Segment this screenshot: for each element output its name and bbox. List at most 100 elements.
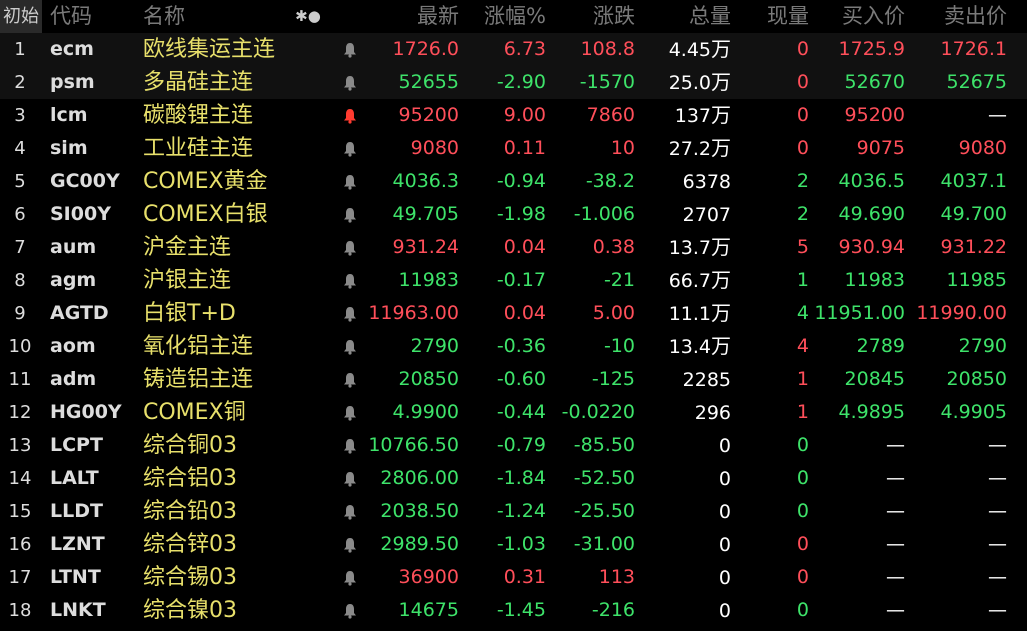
alert-bell-icon[interactable]	[340, 132, 360, 165]
row-vol: 13.7万	[635, 231, 731, 264]
row-code: GC00Y	[50, 170, 120, 192]
table-row[interactable]: 16 LZNT 综合锌03 2989.50 -1.03 -31.00 0 0 — —	[0, 528, 1027, 561]
row-vol-unit: 万	[711, 103, 731, 127]
header-last[interactable]: 最新	[360, 0, 459, 33]
row-last: 1726.0	[392, 38, 459, 60]
alert-bell-icon[interactable]	[340, 429, 360, 462]
table-row[interactable]: 8 agm 沪银主连 11983 -0.17 -21 66.7万 1 11983 11985	[0, 264, 1027, 297]
row-vol: 6378	[635, 165, 731, 198]
alert-bell-icon[interactable]	[340, 594, 360, 627]
row-vol-value: 27.2	[668, 138, 711, 160]
row-vol: 0	[635, 561, 731, 594]
row-vol-value: 2707	[682, 204, 731, 226]
alert-bell-icon[interactable]	[340, 561, 360, 594]
alert-bell-icon[interactable]	[340, 165, 360, 198]
alert-bell-icon[interactable]	[340, 33, 360, 66]
header-code[interactable]: 代码	[50, 0, 130, 33]
row-last: 4036.3	[392, 170, 459, 192]
row-vol-value: 0	[718, 435, 731, 457]
header-bid[interactable]: 买入价	[809, 0, 905, 33]
row-bid: —	[886, 599, 905, 621]
row-vol: 27.2万	[635, 132, 731, 165]
row-name: 工业硅主连	[143, 136, 254, 161]
alert-bell-active-icon[interactable]	[340, 99, 360, 132]
row-name: 欧线集运主连	[143, 37, 276, 62]
table-row[interactable]: 6 SI00Y COMEX白银 49.705 -1.98 -1.006 2707 2 49.69…	[0, 198, 1027, 231]
row-last: 2790	[410, 335, 459, 357]
row-last: 2989.50	[380, 533, 459, 555]
header-index[interactable]: 初始	[0, 0, 42, 33]
row-vol-unit: 万	[711, 37, 731, 61]
row-ask: 4037.1	[940, 170, 1007, 192]
header-chg[interactable]: 涨跌	[546, 0, 635, 33]
table-row[interactable]: 15 LLDT 综合铅03 2038.50 -1.24 -25.50 0 0 — —	[0, 495, 1027, 528]
row-index: 13	[8, 435, 32, 456]
alert-bell-icon[interactable]	[340, 330, 360, 363]
row-index: 4	[14, 138, 26, 159]
table-row[interactable]: 17 LTNT 综合锡03 36900 0.31 113 0 0 — —	[0, 561, 1027, 594]
alert-bell-icon[interactable]	[340, 462, 360, 495]
row-vol-value: 2285	[682, 369, 731, 391]
row-vol-unit: 万	[711, 70, 731, 94]
alert-bell-icon[interactable]	[340, 495, 360, 528]
row-vol: 0	[635, 429, 731, 462]
row-code: HG00Y	[50, 401, 122, 423]
row-chg: -1570	[579, 71, 635, 93]
alert-bell-icon[interactable]	[340, 528, 360, 561]
row-bid: —	[886, 467, 905, 489]
row-name: 综合镍03	[143, 598, 237, 623]
table-row[interactable]: 18 LNKT 综合镍03 14675 -1.45 -216 0 0 — —	[0, 594, 1027, 627]
row-last: 11983	[398, 269, 459, 291]
alert-bell-icon[interactable]	[340, 264, 360, 297]
row-pct: -0.79	[496, 434, 546, 456]
row-vol-value: 25.0	[668, 72, 711, 94]
row-name: COMEX白银	[143, 202, 268, 227]
row-ask: 11990.00	[916, 302, 1007, 324]
header-pct[interactable]: 涨幅%	[459, 0, 546, 33]
table-row[interactable]: 12 HG00Y COMEX铜 4.9900 -0.44 -0.0220 296 1 4.989…	[0, 396, 1027, 429]
row-code: LCPT	[50, 434, 103, 456]
header-vol[interactable]: 总量	[635, 0, 731, 33]
row-bid: —	[886, 434, 905, 456]
table-row[interactable]: 1 ecm 欧线集运主连 1726.0 6.73 108.8 4.45万 0 1725.9 172…	[0, 33, 1027, 66]
row-cur: 4	[796, 302, 809, 324]
row-bid: 95200	[844, 104, 905, 126]
row-code: psm	[50, 71, 95, 93]
row-vol: 296	[635, 396, 731, 429]
table-row[interactable]: 5 GC00Y COMEX黄金 4036.3 -0.94 -38.2 6378 2 4036.5…	[0, 165, 1027, 198]
row-last: 9080	[410, 137, 459, 159]
row-name: 白银T+D	[143, 301, 236, 326]
row-cur: 1	[796, 368, 809, 390]
table-row[interactable]: 14 LALT 综合铝03 2806.00 -1.84 -52.50 0 0 — —	[0, 462, 1027, 495]
row-pct: -1.24	[496, 500, 546, 522]
table-row[interactable]: 2 psm 多晶硅主连 52655 -2.90 -1570 25.0万 0 52670 52675	[0, 66, 1027, 99]
row-cur: 0	[796, 38, 809, 60]
row-chg: -31.00	[573, 533, 635, 555]
row-vol-unit: 万	[711, 268, 731, 292]
header-flag-icon[interactable]: ✱●	[290, 0, 326, 33]
row-pct: -1.98	[496, 203, 546, 225]
table-row[interactable]: 13 LCPT 综合铜03 10766.50 -0.79 -85.50 0 0 — —	[0, 429, 1027, 462]
row-vol-value: 13.7	[668, 237, 711, 259]
row-name: 铸造铝主连	[143, 367, 254, 392]
table-row[interactable]: 10 aom 氧化铝主连 2790 -0.36 -10 13.4万 4 2789 2790	[0, 330, 1027, 363]
alert-bell-icon[interactable]	[340, 198, 360, 231]
table-row[interactable]: 11 adm 铸造铝主连 20850 -0.60 -125 2285 1 20845 20850	[0, 363, 1027, 396]
header-ask[interactable]: 卖出价	[905, 0, 1007, 33]
row-vol-value: 11.1	[668, 303, 711, 325]
row-ask: 931.22	[940, 236, 1007, 258]
table-row[interactable]: 9 AGTD 白银T+D 11963.00 0.04 5.00 11.1万 4 11951.00…	[0, 297, 1027, 330]
alert-bell-icon[interactable]	[340, 297, 360, 330]
alert-bell-icon[interactable]	[340, 66, 360, 99]
table-row[interactable]: 7 aum 沪金主连 931.24 0.04 0.38 13.7万 5 930.94 931.22	[0, 231, 1027, 264]
table-row[interactable]: 3 lcm 碳酸锂主连 95200 9.00 7860 137万 0 95200—	[0, 99, 1027, 132]
header-cur[interactable]: 现量	[731, 0, 809, 33]
row-ask: 4.9905	[940, 401, 1007, 423]
row-chg: -125	[591, 368, 635, 390]
table-header: 初始 代码 名称 ✱● 最新 涨幅% 涨跌 总量 现量 买入价 卖出价	[0, 0, 1027, 33]
alert-bell-icon[interactable]	[340, 363, 360, 396]
row-vol-value: 0	[718, 534, 731, 556]
alert-bell-icon[interactable]	[340, 231, 360, 264]
alert-bell-icon[interactable]	[340, 396, 360, 429]
table-row[interactable]: 4 sim 工业硅主连 9080 0.11 10 27.2万 0 9075 9080	[0, 132, 1027, 165]
